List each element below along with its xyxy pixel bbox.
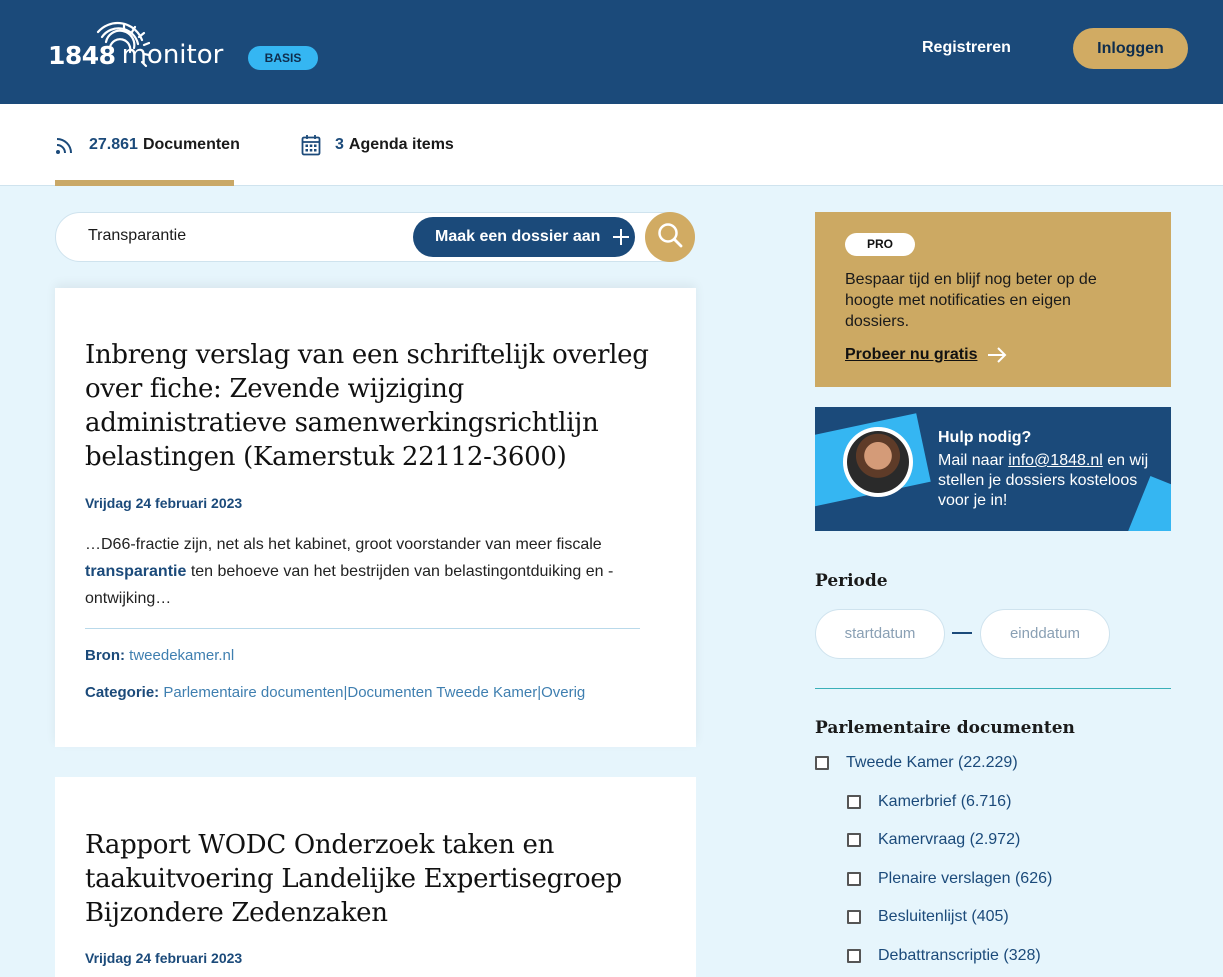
site-logo[interactable]: 1848 monitor [48, 18, 223, 74]
source-value[interactable]: tweedekamer.nl [129, 647, 234, 664]
rss-icon [55, 135, 75, 155]
email-link[interactable]: info@1848.nl [1008, 452, 1103, 469]
result-title[interactable]: Inbreng verslag van een schriftelijk ove… [85, 338, 665, 474]
search-button[interactable] [645, 212, 695, 262]
result-category: Categorie: Parlementaire documenten|Docu… [85, 684, 585, 701]
filter-label: Debattranscriptie (328) [878, 947, 1041, 964]
try-free-label: Probeer nu gratis [845, 346, 978, 363]
result-source: Bron: tweedekamer.nl [85, 647, 234, 664]
start-date-field[interactable]: startdatum [815, 609, 945, 659]
help-box: Hulp nodig? Mail naar info@1848.nl en wi… [815, 407, 1171, 531]
content-tabs: 27.861 Documenten 3 Agenda items [0, 104, 1223, 186]
result-title[interactable]: Rapport WODC Onderzoek taken en taakuitv… [85, 828, 665, 930]
filter-label: Besluitenlijst (405) [878, 908, 1009, 925]
filters-heading: Parlementaire documenten [815, 718, 1075, 738]
filter-debattranscriptie[interactable]: Debattranscriptie (328) [847, 947, 1041, 965]
checkbox[interactable] [847, 872, 861, 886]
pro-badge: PRO [845, 233, 915, 256]
result-snippet: …D66-fractie zijn, net als het kabinet, … [85, 531, 640, 612]
logo-number: 1848 [48, 41, 116, 70]
try-free-link[interactable]: Probeer nu gratis [845, 346, 1007, 364]
agenda-tab-label: Agenda items [348, 136, 454, 153]
category-value[interactable]: Parlementaire documenten|Documenten Twee… [163, 684, 585, 701]
checkbox[interactable] [847, 949, 861, 963]
date-range-dash [952, 632, 972, 634]
snippet-highlight: transparantie [85, 563, 187, 580]
plan-badge: BASIS [248, 46, 318, 70]
result-card[interactable]: Inbreng verslag van een schriftelijk ove… [55, 288, 696, 747]
tab-documents[interactable]: 27.861 Documenten [55, 104, 240, 186]
filter-label: Kamerbrief (6.716) [878, 793, 1012, 810]
help-text-before: Mail naar [938, 452, 1009, 469]
logo-word: monitor [121, 40, 224, 70]
login-button[interactable]: Inloggen [1073, 28, 1188, 69]
result-card[interactable]: Rapport WODC Onderzoek taken en taakuitv… [55, 777, 696, 977]
top-navigation-bar: 1848 monitor BASIS Registreren Inloggen [0, 0, 1223, 104]
create-dossier-button[interactable]: Maak een dossier aan [413, 217, 635, 257]
filter-plenaire-verslagen[interactable]: Plenaire verslagen (626) [847, 870, 1052, 888]
avatar [843, 427, 913, 497]
filter-besluitenlijst[interactable]: Besluitenlijst (405) [847, 908, 1009, 926]
active-tab-indicator [55, 180, 234, 186]
snippet-text-before: …D66-fractie zijn, net als het kabinet, … [85, 536, 602, 553]
filter-tweede-kamer[interactable]: Tweede Kamer (22.229) [815, 754, 1018, 772]
end-date-field[interactable]: einddatum [980, 609, 1110, 659]
arrow-right-icon [987, 347, 1007, 363]
result-date: Vrijdag 24 februari 2023 [85, 950, 243, 966]
documents-count: 27.861 [89, 136, 138, 153]
filter-label: Tweede Kamer (22.229) [846, 754, 1018, 771]
period-heading: Periode [815, 571, 888, 591]
card-divider [85, 628, 640, 629]
help-title: Hulp nodig? [938, 429, 1032, 446]
help-text: Mail naar info@1848.nl en wij stellen je… [938, 451, 1160, 511]
search-icon [657, 222, 683, 253]
calendar-icon [301, 134, 321, 156]
checkbox[interactable] [847, 910, 861, 924]
category-label: Categorie: [85, 684, 160, 701]
filter-kamerbrief[interactable]: Kamerbrief (6.716) [847, 793, 1011, 811]
result-date: Vrijdag 24 februari 2023 [85, 495, 243, 511]
sidebar-divider [815, 688, 1171, 689]
source-label: Bron: [85, 647, 125, 664]
pro-promo-box: PRO Bespaar tijd en blijf nog beter op d… [815, 212, 1171, 387]
agenda-count: 3 [335, 136, 344, 153]
pro-promo-text: Bespaar tijd en blijf nog beter op de ho… [845, 271, 1097, 330]
checkbox[interactable] [847, 795, 861, 809]
filter-kamervraag[interactable]: Kamervraag (2.972) [847, 831, 1020, 849]
create-dossier-label: Maak een dossier aan [435, 228, 601, 245]
checkbox[interactable] [847, 833, 861, 847]
documents-tab-label: Documenten [142, 136, 240, 153]
plus-icon [612, 228, 630, 246]
filter-label: Kamervraag (2.972) [878, 831, 1021, 848]
checkbox[interactable] [815, 756, 829, 770]
search-input[interactable] [88, 227, 408, 245]
register-link[interactable]: Registreren [922, 37, 1011, 59]
tab-agenda[interactable]: 3 Agenda items [301, 104, 454, 186]
filter-label: Plenaire verslagen (626) [878, 870, 1053, 887]
